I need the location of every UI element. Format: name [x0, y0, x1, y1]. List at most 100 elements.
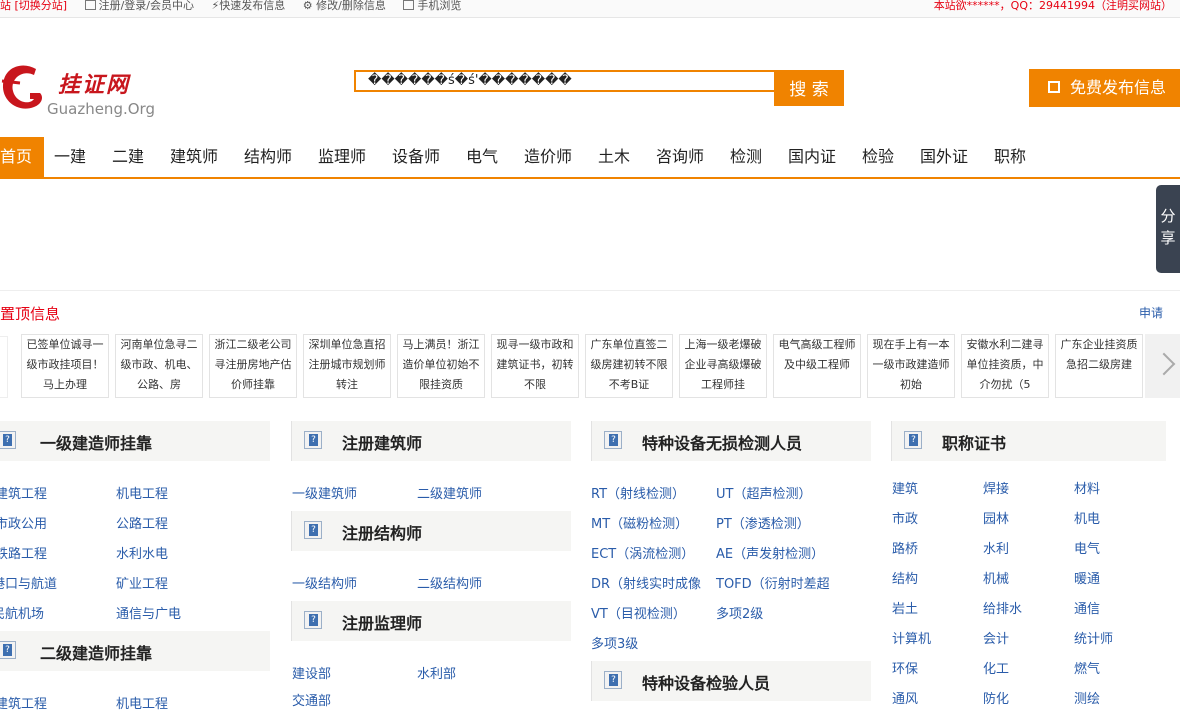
ticker-card[interactable]: 河南单位急寻二级市政、机电、公路、房 [115, 334, 203, 398]
ticker-card[interactable]: 现在手上有一本一级市政建造师初始 [867, 334, 955, 398]
link-title-water[interactable]: 水利 [983, 538, 1009, 557]
link-municipal[interactable]: 市政公用 [0, 513, 47, 532]
link-building[interactable]: 建筑工程 [0, 483, 47, 502]
link-highway[interactable]: 公路工程 [116, 513, 168, 532]
link-water-ministry[interactable]: 水利部 [417, 663, 456, 682]
link-pt[interactable]: PT（渗透检测） [716, 513, 810, 532]
link-title-machinery[interactable]: 机械 [983, 568, 1009, 587]
link-airport[interactable]: 民航机场 [0, 603, 44, 622]
link-title-material[interactable]: 材料 [1074, 478, 1100, 497]
nav-item-inspection[interactable]: 检验 [862, 137, 894, 177]
link-title-ventilation[interactable]: 通风 [892, 688, 918, 707]
link-title-survey[interactable]: 测绘 [1074, 688, 1100, 707]
link-title-gas[interactable]: 燃气 [1074, 658, 1100, 677]
link-mep[interactable]: 机电工程 [116, 693, 168, 712]
ticker-card[interactable]: 浙江二级老公司寻注册房地产估价师挂靠 [209, 334, 297, 398]
link-mt[interactable]: MT（磁粉检测） [591, 513, 688, 532]
top-bar: 站 [切换分站] 注册/登录/会员中心 ⚡快速发布信息 ⚙ 修改/删除信息 手机… [0, 0, 1180, 18]
ticker-card[interactable]: 深圳单位急直招注册城市规划师转注 [303, 334, 391, 398]
link-title-computer[interactable]: 计算机 [892, 628, 931, 647]
apply-link[interactable]: 申请 [1139, 304, 1163, 321]
link-hydro[interactable]: 水利水电 [116, 543, 168, 562]
nav-item-title[interactable]: 职称 [994, 137, 1026, 177]
link-title-hvac[interactable]: 暖通 [1074, 568, 1100, 587]
link-structural-1[interactable]: 一级结构师 [292, 573, 357, 592]
ticker-next-button[interactable] [1145, 334, 1180, 398]
link-title-municipal[interactable]: 市政 [892, 508, 918, 527]
link-title-mep[interactable]: 机电 [1074, 508, 1100, 527]
link-ect[interactable]: ECT（涡流检测） [591, 543, 694, 562]
link-title-building[interactable]: 建筑 [892, 478, 918, 497]
nav-item-consultant[interactable]: 咨询师 [656, 137, 704, 177]
section-header-yijian: 一级建造师挂靠 [0, 421, 270, 461]
link-title-landscape[interactable]: 园林 [983, 508, 1009, 527]
ticker-card[interactable]: 安徽水利二建寻单位挂资质，中介勿扰（5 [961, 334, 1049, 398]
link-title-environment[interactable]: 环保 [892, 658, 918, 677]
help-icon [304, 431, 322, 449]
nav-item-civil[interactable]: 土木 [598, 137, 630, 177]
register-login-link[interactable]: 注册/登录/会员中心 [84, 0, 194, 12]
ticker-card[interactable]: 已签单位诚寻一级市政挂项目！马上办理 [21, 334, 109, 398]
link-construction-ministry[interactable]: 建设部 [292, 663, 331, 682]
section-title: 特种设备无损检测人员 [642, 434, 803, 453]
link-tofd[interactable]: TOFD（衍射时差超 [716, 573, 830, 592]
pinned-ticker: 已签单位诚寻一级市政挂项目！马上办理 河南单位急寻二级市政、机电、公路、房 浙江… [0, 334, 1180, 400]
link-title-accounting[interactable]: 会计 [983, 628, 1009, 647]
nav-item-cost[interactable]: 造价师 [524, 137, 572, 177]
modify-delete-link[interactable]: ⚙ 修改/删除信息 [303, 0, 386, 12]
mobile-browse-link[interactable]: 手机浏览 [403, 0, 461, 12]
search-button[interactable]: 搜 索 [774, 70, 844, 106]
link-architect-1[interactable]: 一级建筑师 [292, 483, 357, 502]
link-title-structure[interactable]: 结构 [892, 568, 918, 587]
nav-item-testing[interactable]: 检测 [730, 137, 762, 177]
ticker-card[interactable]: 广东单位直签二级房建初转不限不考B证 [585, 334, 673, 398]
nav-item-structural[interactable]: 结构师 [244, 137, 292, 177]
nav-item-domestic-cert[interactable]: 国内证 [788, 137, 836, 177]
link-dr[interactable]: DR（射线实时成像 [591, 573, 701, 592]
link-title-electric[interactable]: 电气 [1074, 538, 1100, 557]
monitor-icon [84, 0, 96, 10]
link-multi-level-3[interactable]: 多项3级 [591, 633, 638, 652]
link-title-chemical[interactable]: 化工 [983, 658, 1009, 677]
link-port[interactable]: 港口与航道 [0, 573, 57, 592]
link-title-statistician[interactable]: 统计师 [1074, 628, 1113, 647]
nav-item-architect[interactable]: 建筑师 [170, 137, 218, 177]
nav-item-supervisor[interactable]: 监理师 [318, 137, 366, 177]
link-title-communication[interactable]: 通信 [1074, 598, 1100, 617]
link-telecom[interactable]: 通信与广电 [116, 603, 181, 622]
ticker-card[interactable]: 电气高级工程师及中级工程师 [773, 334, 861, 398]
ticker-card[interactable]: 广东企业挂资质急招二级房建 [1055, 334, 1143, 398]
ticker-card[interactable]: 上海一级老爆破企业寻高级爆破工程师挂 [679, 334, 767, 398]
link-ut[interactable]: UT（超声检测） [716, 483, 811, 502]
search-input[interactable]: ������ś�ś'������� [354, 70, 788, 92]
link-title-geotech[interactable]: 岩土 [892, 598, 918, 617]
link-multi-level-2[interactable]: 多项2级 [716, 603, 763, 622]
link-railway[interactable]: 铁路工程 [0, 543, 47, 562]
link-structural-2[interactable]: 二级结构师 [417, 573, 482, 592]
link-building[interactable]: 建筑工程 [0, 693, 47, 712]
link-mining[interactable]: 矿业工程 [116, 573, 168, 592]
free-publish-button[interactable]: 免费发布信息 [1029, 69, 1180, 107]
nav-item-equipment[interactable]: 设备师 [392, 137, 440, 177]
link-mep[interactable]: 机电工程 [116, 483, 168, 502]
link-rt[interactable]: RT（射线检测） [591, 483, 685, 502]
link-title-chem-defense[interactable]: 防化 [983, 688, 1009, 707]
quick-publish-link[interactable]: ⚡快速发布信息 [212, 0, 286, 12]
link-vt[interactable]: VT（目视检测） [591, 603, 686, 622]
nav-item-home[interactable]: 首页 [0, 137, 45, 177]
switch-station-link[interactable]: 站 [切换分站] [0, 0, 67, 12]
nav-item-foreign-cert[interactable]: 国外证 [920, 137, 968, 177]
share-tab[interactable]: 分享 [1156, 185, 1180, 273]
nav-item-erjian[interactable]: 二建 [112, 137, 144, 177]
link-title-welding[interactable]: 焊接 [983, 478, 1009, 497]
ticker-card[interactable]: 现寻一级市政和建筑证书，初转不限 [491, 334, 579, 398]
nav-item-yijian[interactable]: 一建 [54, 137, 86, 177]
ticker-card[interactable]: 马上满员！浙江造价单位初始不限挂资质 [397, 334, 485, 398]
nav-item-electrical[interactable]: 电气 [466, 137, 498, 177]
link-ae[interactable]: AE（声发射检测） [716, 543, 824, 562]
ticker-prev-button[interactable] [0, 336, 8, 398]
site-logo[interactable]: 挂证网 Guazheng.Org [0, 55, 170, 120]
link-title-road-bridge[interactable]: 路桥 [892, 538, 918, 557]
link-architect-2[interactable]: 二级建筑师 [417, 483, 482, 502]
link-title-plumbing[interactable]: 给排水 [983, 598, 1022, 617]
